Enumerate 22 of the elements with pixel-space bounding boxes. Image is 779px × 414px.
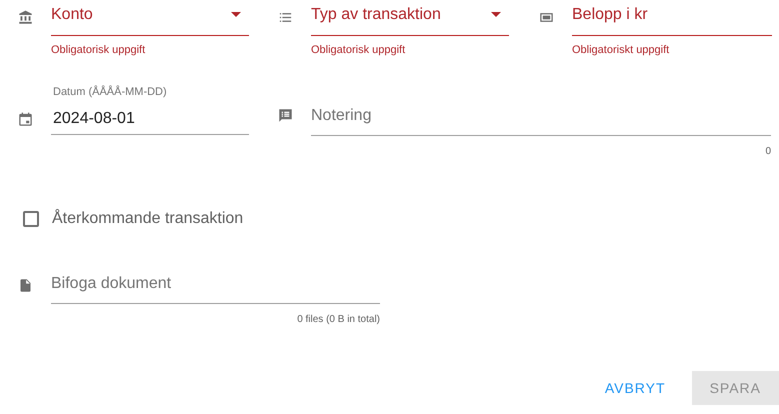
note-icon [278, 108, 293, 123]
calendar-icon [18, 112, 33, 127]
error-message: Obligatoriskt uppgift [572, 44, 670, 56]
select-field[interactable]: Typ av transaktion [311, 0, 509, 36]
checkbox-label: Återkommande transaktion [52, 210, 244, 228]
input-field[interactable]: Belopp i kr [572, 0, 772, 36]
error-message: Obligatorisk uppgift [311, 44, 406, 56]
caret-icon [231, 12, 241, 17]
character-counter: 0 [764, 146, 771, 157]
banknote-icon [539, 10, 554, 25]
field-label: Datum (ÅÅÅÅ-MM-DD) [53, 86, 168, 99]
error-message: Obligatorisk uppgift [51, 44, 146, 56]
checkbox[interactable] [23, 211, 39, 227]
date-field[interactable]: 2024-08-01 [51, 103, 249, 135]
note-field[interactable]: Notering [311, 100, 771, 136]
select-field[interactable]: Konto [51, 0, 249, 36]
file-summary: 0 files (0 B in total) [296, 314, 380, 325]
list-icon [278, 10, 293, 25]
file-field[interactable]: Bifoga dokument [51, 268, 380, 304]
bank-icon [18, 10, 33, 25]
document-icon [18, 278, 33, 293]
caret-icon [491, 12, 501, 17]
